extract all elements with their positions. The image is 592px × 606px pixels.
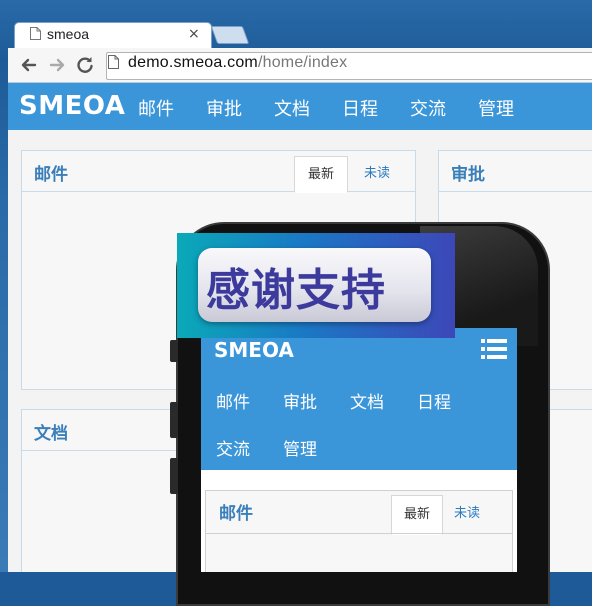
banner-text: 感谢支持 <box>206 265 386 316</box>
nav-item-approval[interactable]: 审批 <box>206 95 242 121</box>
nav-item-docs[interactable]: 文档 <box>274 95 310 121</box>
tab-title: smeoa <box>47 26 90 42</box>
top-navbar: SMEOA 邮件 审批 文档 日程 交流 管理 <box>8 83 592 130</box>
panel-header: 审批 <box>439 151 592 192</box>
close-icon[interactable]: × <box>188 26 200 42</box>
divider <box>206 533 512 534</box>
nav-item-schedule[interactable]: 日程 <box>342 95 378 121</box>
reload-icon[interactable] <box>74 54 96 76</box>
tab-unread[interactable]: 未读 <box>355 156 399 191</box>
menu-icon[interactable] <box>481 338 507 360</box>
mobile-nav-approval[interactable]: 审批 <box>283 388 317 413</box>
nav-item-admin[interactable]: 管理 <box>478 95 514 121</box>
nav-item-mail[interactable]: 邮件 <box>138 95 174 121</box>
panel-title: 文档 <box>34 424 68 444</box>
mobile-nav-admin[interactable]: 管理 <box>283 435 317 460</box>
panel-title: 邮件 <box>34 165 68 185</box>
nav-item-chat[interactable]: 交流 <box>410 95 446 121</box>
mobile-screen: SMEOA 邮件 审批 文档 日程 交流 管理 邮件 最新 未读 <box>201 328 517 572</box>
mobile-nav-mail[interactable]: 邮件 <box>216 388 250 413</box>
new-tab-button[interactable] <box>210 26 250 44</box>
tab-unread[interactable]: 未读 <box>454 495 480 533</box>
mobile-nav-schedule[interactable]: 日程 <box>417 388 451 413</box>
tab-latest[interactable]: 最新 <box>391 495 443 535</box>
mobile-navbar: SMEOA 邮件 审批 文档 日程 交流 管理 <box>201 328 517 470</box>
phone-side-button <box>170 340 178 362</box>
mobile-nav-docs[interactable]: 文档 <box>350 388 384 413</box>
page-icon <box>30 27 41 40</box>
mobile-brand-logo[interactable]: SMEOA <box>214 338 294 362</box>
panel-title: 邮件 <box>219 504 253 524</box>
url-text[interactable]: demo.smeoa.com/home/index <box>128 54 347 72</box>
page-icon <box>108 55 119 69</box>
mobile-mail-panel: 邮件 最新 未读 <box>205 490 513 572</box>
tab-smeoa[interactable] <box>14 22 212 49</box>
panel-header: 邮件 最新 未读 <box>22 151 415 193</box>
url-host: demo.smeoa.com <box>128 54 258 71</box>
forward-icon[interactable] <box>46 54 68 76</box>
panel-title: 审批 <box>451 165 485 185</box>
brand-logo[interactable]: SMEOA <box>19 91 125 121</box>
mobile-nav-chat[interactable]: 交流 <box>216 435 250 460</box>
phone-side-button <box>170 402 178 438</box>
phone-side-button <box>170 458 178 494</box>
tab-latest[interactable]: 最新 <box>294 156 348 193</box>
back-icon[interactable] <box>18 54 40 76</box>
url-path: /home/index <box>257 54 348 71</box>
